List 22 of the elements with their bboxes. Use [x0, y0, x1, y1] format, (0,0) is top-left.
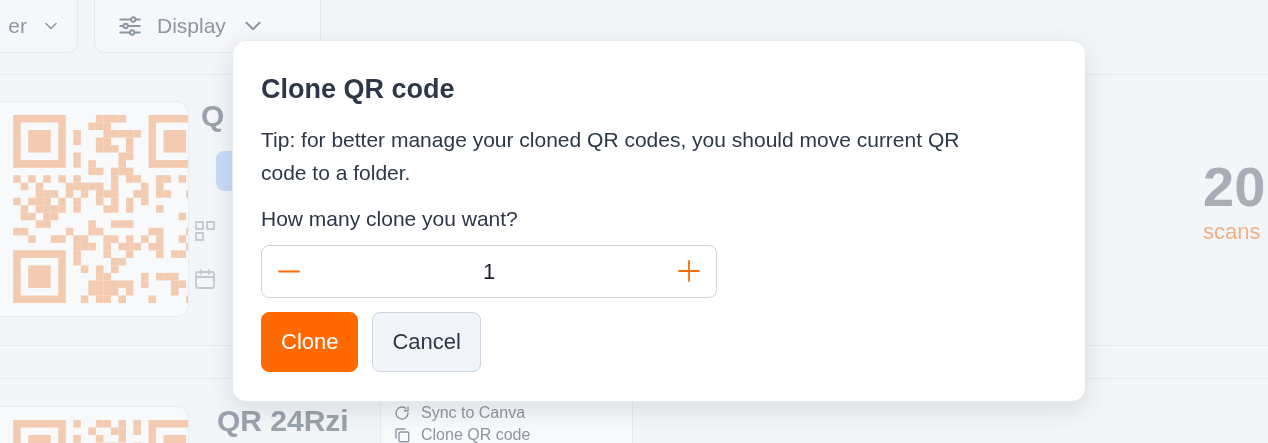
- scan-count: 20: [1203, 159, 1267, 215]
- plus-icon: [678, 260, 700, 283]
- quantity-input[interactable]: 1: [474, 254, 504, 288]
- tip-text: Tip: for better manage your cloned QR codes, you should move current QR code to a folder.: [261, 127, 961, 187]
- menu-item[interactable]: Sync to Canva: [393, 404, 620, 422]
- clone-button[interactable]: Clone: [261, 311, 359, 372]
- calendar-icon: [193, 267, 217, 291]
- grid-icon: [193, 219, 217, 243]
- copy-icon: [393, 426, 411, 443]
- menu-item[interactable]: Clone QR code: [393, 426, 620, 443]
- qr-title: Q: [201, 101, 226, 131]
- dialog-title: Clone QR code: [261, 73, 456, 106]
- minus-icon: [278, 269, 300, 273]
- sliders-icon: [117, 13, 143, 39]
- filter-button[interactable]: er: [0, 0, 78, 53]
- scan-label: scans: [1203, 218, 1262, 246]
- quantity-stepper[interactable]: 1: [261, 244, 717, 298]
- cancel-button[interactable]: Cancel: [372, 311, 481, 372]
- refresh-icon: [393, 404, 411, 422]
- qr-title: QR 24Rzi: [217, 406, 349, 436]
- quantity-label: How many clone you want?: [261, 206, 519, 233]
- display-button[interactable]: Display: [94, 0, 321, 53]
